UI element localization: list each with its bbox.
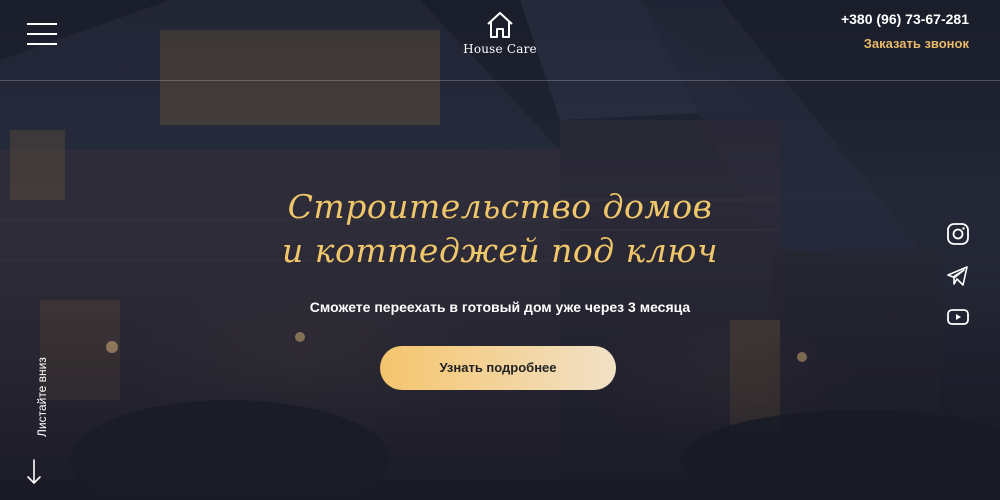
youtube-link[interactable] xyxy=(946,305,970,329)
house-icon xyxy=(487,12,513,38)
menu-line xyxy=(27,33,57,35)
learn-more-button[interactable]: Узнать подробнее xyxy=(380,346,616,390)
phone-number[interactable]: +380 (96) 73-67-281 xyxy=(841,11,969,27)
instagram-icon xyxy=(947,223,969,245)
header-divider xyxy=(0,80,1000,81)
hero-title: Строительство домов и коттеджей под ключ xyxy=(200,185,800,273)
menu-line xyxy=(27,43,57,45)
hero-subtitle: Сможете переехать в готовый дом уже чере… xyxy=(309,299,691,315)
telegram-link[interactable] xyxy=(946,264,970,288)
hamburger-menu-button[interactable] xyxy=(27,22,57,46)
arrow-down-icon xyxy=(27,459,41,484)
telegram-icon xyxy=(947,266,968,286)
hero-section: House Care +380 (96) 73-67-281 Заказать … xyxy=(0,0,1000,500)
logo-text: House Care xyxy=(463,42,537,56)
scroll-down-button[interactable] xyxy=(24,458,44,486)
youtube-icon xyxy=(947,309,969,325)
logo[interactable]: House Care xyxy=(450,10,550,56)
scroll-down-label: Листайте вниз xyxy=(35,357,49,437)
callback-link[interactable]: Заказать звонок xyxy=(864,36,969,51)
instagram-link[interactable] xyxy=(946,222,970,246)
menu-line xyxy=(27,23,57,25)
hero-title-line: Строительство домов xyxy=(287,187,713,226)
hero-title-line: и коттеджей под ключ xyxy=(282,231,718,270)
